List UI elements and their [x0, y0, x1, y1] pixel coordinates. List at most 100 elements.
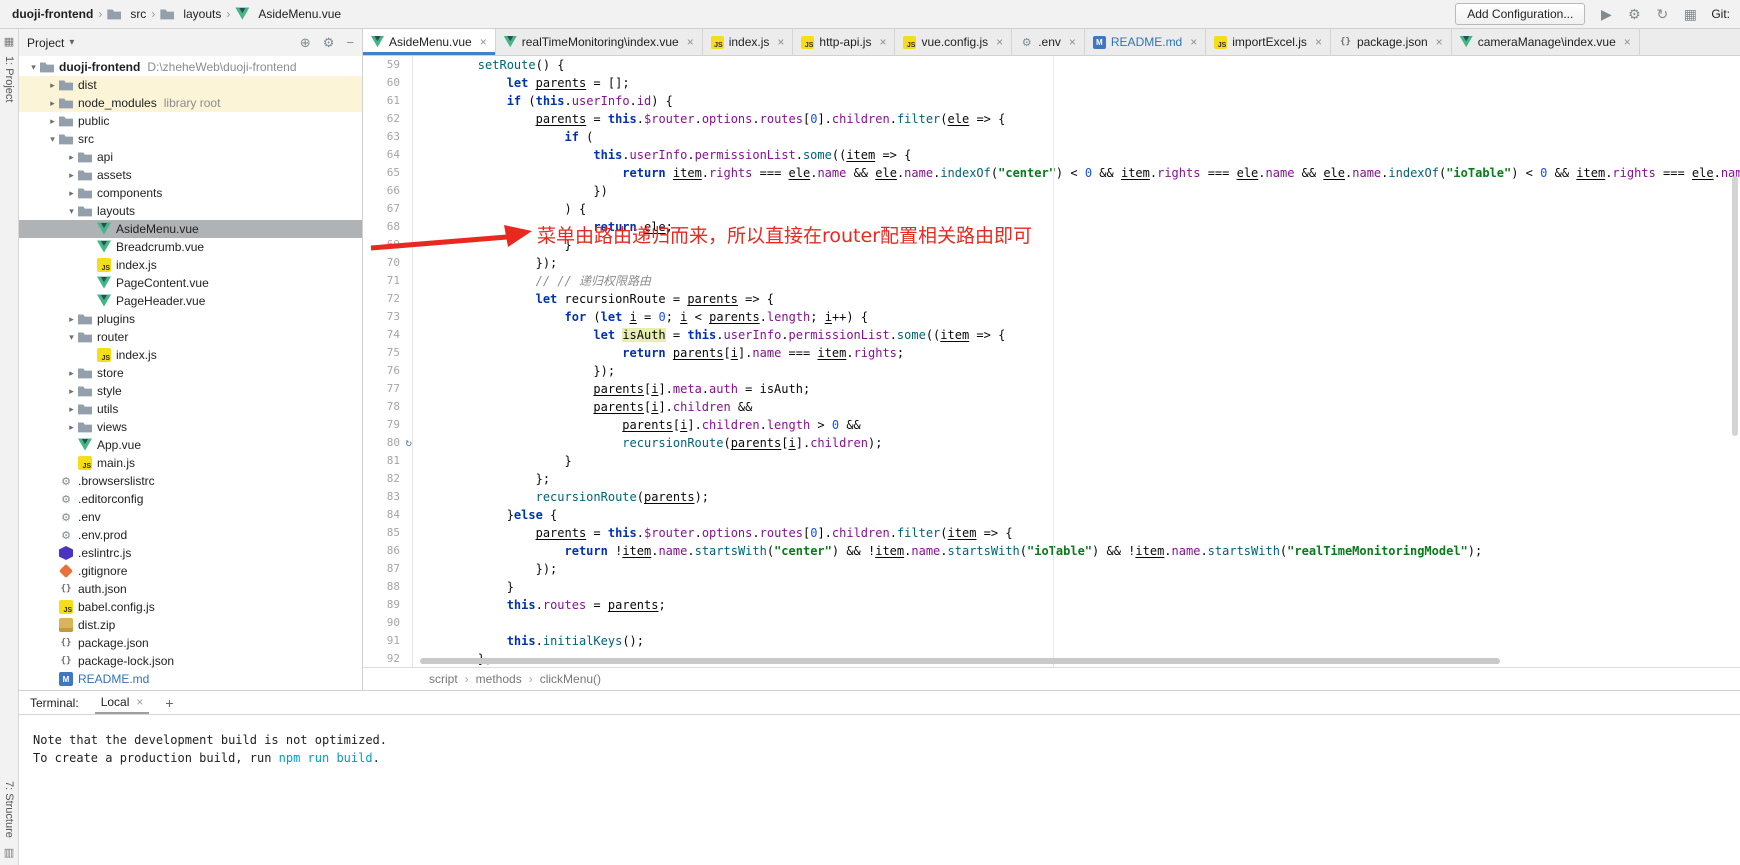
code-line-65[interactable]: 65 return item.rights === ele.name && el… — [363, 164, 1740, 182]
line-number[interactable]: 73 — [363, 308, 413, 326]
tab-asidemenu-vue[interactable]: AsideMenu.vue× — [363, 29, 496, 55]
line-number[interactable]: 59 — [363, 56, 413, 74]
tree-item-src[interactable]: ▾src — [19, 130, 362, 148]
code-line-88[interactable]: 88 } — [363, 578, 1740, 596]
code-line-86[interactable]: 86 return !item.name.startsWith("center"… — [363, 542, 1740, 560]
tree-item-node-modules[interactable]: ▸node_moduleslibrary root — [19, 94, 362, 112]
tree-item-api[interactable]: ▸api — [19, 148, 362, 166]
settings-icon[interactable]: ⚙ — [323, 35, 335, 51]
code-line-83[interactable]: 83 recursionRoute(parents); — [363, 488, 1740, 506]
tree-item-index-js[interactable]: index.js — [19, 346, 362, 364]
chevron-right-icon[interactable]: ▸ — [65, 188, 78, 199]
line-number[interactable]: 72 — [363, 290, 413, 308]
chevron-right-icon[interactable]: ▸ — [65, 170, 78, 181]
line-number[interactable]: 87 — [363, 560, 413, 578]
tree-item-package-json[interactable]: package.json — [19, 634, 362, 652]
line-number[interactable]: 62 — [363, 110, 413, 128]
tree-item-components[interactable]: ▸components — [19, 184, 362, 202]
tree-item-env[interactable]: .env — [19, 508, 362, 526]
line-number[interactable]: 88 — [363, 578, 413, 596]
tree-item-asidemenu-vue[interactable]: AsideMenu.vue — [19, 220, 362, 238]
code-line-84[interactable]: 84 }else { — [363, 506, 1740, 524]
crumb-clickmenu[interactable]: clickMenu() — [540, 672, 601, 686]
tab-http-api-js[interactable]: http-api.js× — [793, 29, 895, 55]
tree-item-auth-json[interactable]: auth.json — [19, 580, 362, 598]
line-number[interactable]: 80↻ — [363, 434, 413, 452]
tree-item-app-vue[interactable]: App.vue — [19, 436, 362, 454]
line-number[interactable]: 69 — [363, 236, 413, 254]
code-line-66[interactable]: 66 }) — [363, 182, 1740, 200]
code-line-74[interactable]: 74 let isAuth = this.userInfo.permission… — [363, 326, 1740, 344]
code-line-78[interactable]: 78 parents[i].children && — [363, 398, 1740, 416]
tree-item-eslintrc-js[interactable]: .eslintrc.js — [19, 544, 362, 562]
code-line-82[interactable]: 82 }; — [363, 470, 1740, 488]
tree-item-store[interactable]: ▸store — [19, 364, 362, 382]
tab-package-json[interactable]: package.json× — [1331, 29, 1452, 55]
code-line-62[interactable]: 62 parents = this.$router.options.routes… — [363, 110, 1740, 128]
tree-item-public[interactable]: ▸public — [19, 112, 362, 130]
code-line-63[interactable]: 63 if ( — [363, 128, 1740, 146]
line-number[interactable]: 90 — [363, 614, 413, 632]
line-number[interactable]: 89 — [363, 596, 413, 614]
locate-icon[interactable]: ⊕ — [300, 35, 311, 51]
tab-close-icon[interactable]: × — [1436, 35, 1443, 49]
project-tool-window-icon[interactable]: ▦ — [4, 35, 14, 48]
tab-close-icon[interactable]: × — [879, 35, 886, 49]
code-line-87[interactable]: 87 }); — [363, 560, 1740, 578]
line-number[interactable]: 85 — [363, 524, 413, 542]
tool-windows-icon[interactable]: ▥ — [4, 846, 14, 859]
tree-item-views[interactable]: ▸views — [19, 418, 362, 436]
tab-close-icon[interactable]: × — [687, 35, 694, 49]
code-line-60[interactable]: 60 let parents = []; — [363, 74, 1740, 92]
vertical-scrollbar[interactable] — [1732, 176, 1738, 436]
chevron-down-icon[interactable]: ▾ — [46, 134, 59, 145]
recursive-call-icon[interactable]: ↻ — [405, 434, 412, 452]
tree-item-style[interactable]: ▸style — [19, 382, 362, 400]
tab-close-icon[interactable]: × — [1315, 35, 1322, 49]
project-panel-title[interactable]: Project — [27, 36, 64, 50]
horizontal-scrollbar[interactable] — [420, 658, 1500, 664]
code-line-71[interactable]: 71 // // 递归权限路由 — [363, 272, 1740, 290]
line-number[interactable]: 65 — [363, 164, 413, 182]
crumb-methods[interactable]: methods — [476, 672, 522, 686]
chevron-right-icon[interactable]: ▸ — [65, 386, 78, 397]
tree-item-babel-config-js[interactable]: babel.config.js — [19, 598, 362, 616]
chevron-right-icon[interactable]: ▸ — [46, 98, 59, 109]
tree-item-readme-md[interactable]: README.md — [19, 670, 362, 688]
tab-index-js[interactable]: index.js× — [703, 29, 794, 55]
tree-item-breadcrumb-vue[interactable]: Breadcrumb.vue — [19, 238, 362, 256]
line-number[interactable]: 74 — [363, 326, 413, 344]
tree-item-dist-zip[interactable]: dist.zip — [19, 616, 362, 634]
chevron-right-icon[interactable]: ▸ — [65, 422, 78, 433]
tree-item-utils[interactable]: ▸utils — [19, 400, 362, 418]
sync-icon[interactable]: ↻ — [1653, 6, 1671, 23]
chevron-right-icon[interactable]: ▸ — [46, 116, 59, 127]
line-number[interactable]: 66 — [363, 182, 413, 200]
tree-item-duoji-frontend[interactable]: ▾duoji-frontendD:\zheheWeb\duoji-fronten… — [19, 58, 362, 76]
tree-item-dist[interactable]: ▸dist — [19, 76, 362, 94]
code-line-77[interactable]: 77 parents[i].meta.auth = isAuth; — [363, 380, 1740, 398]
chevron-right-icon[interactable]: ▸ — [65, 314, 78, 325]
tab-close-icon[interactable]: × — [1190, 35, 1197, 49]
tab-env[interactable]: .env× — [1012, 29, 1085, 55]
line-number[interactable]: 81 — [363, 452, 413, 470]
chevron-down-icon[interactable]: ▾ — [65, 332, 78, 343]
code-line-81[interactable]: 81 } — [363, 452, 1740, 470]
code-line-72[interactable]: 72 let recursionRoute = parents => { — [363, 290, 1740, 308]
code-line-91[interactable]: 91 this.initialKeys(); — [363, 632, 1740, 650]
code-line-59[interactable]: 59 setRoute() { — [363, 56, 1740, 74]
code-line-75[interactable]: 75 return parents[i].name === item.right… — [363, 344, 1740, 362]
tree-item-plugins[interactable]: ▸plugins — [19, 310, 362, 328]
tab-close-icon[interactable]: × — [996, 35, 1003, 49]
line-number[interactable]: 75 — [363, 344, 413, 362]
code-line-80[interactable]: 80↻ recursionRoute(parents[i].children); — [363, 434, 1740, 452]
project-stripe-label[interactable]: 1: Project — [3, 56, 15, 102]
add-configuration-button[interactable]: Add Configuration... — [1455, 3, 1585, 25]
run-icon[interactable]: ▶ — [1597, 6, 1615, 23]
tab-close-icon[interactable]: × — [480, 35, 487, 49]
tree-item-pageheader-vue[interactable]: PageHeader.vue — [19, 292, 362, 310]
chevron-down-icon[interactable]: ▾ — [27, 62, 40, 73]
breadcrumb-item-duoji-frontend[interactable]: duoji-frontend — [10, 7, 95, 21]
line-number[interactable]: 63 — [363, 128, 413, 146]
code-line-79[interactable]: 79 parents[i].children.length > 0 && — [363, 416, 1740, 434]
